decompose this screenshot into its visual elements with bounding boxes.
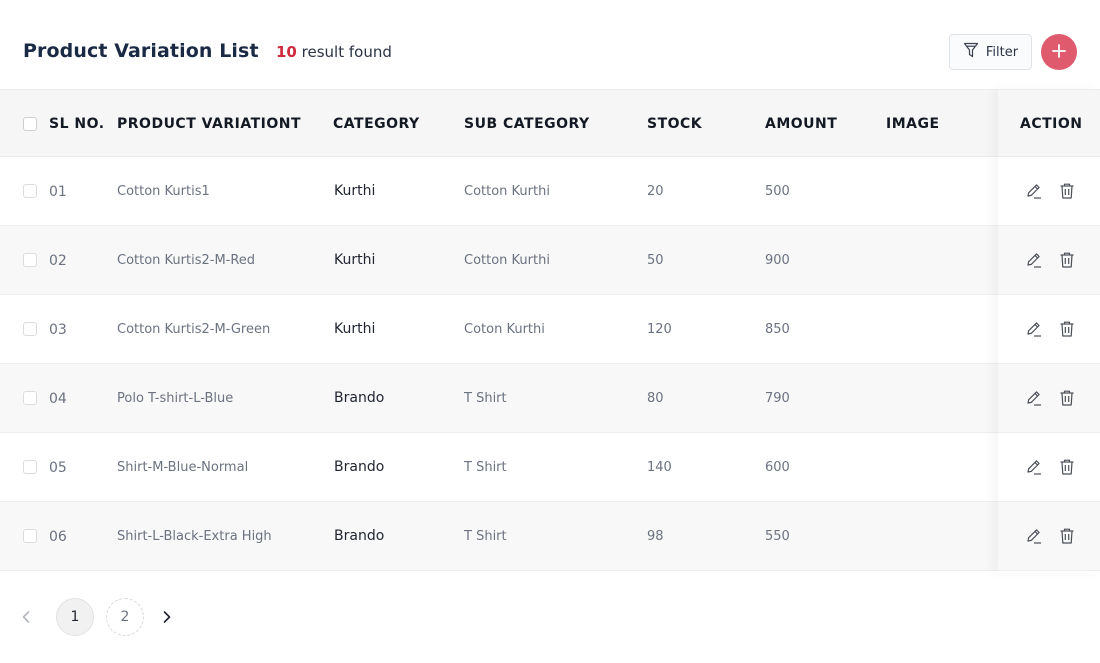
row-product-variation: Cotton Kurtis1	[117, 184, 210, 199]
result-label: result found	[301, 43, 392, 61]
column-header-amount[interactable]: AMOUNT	[765, 116, 837, 132]
row-sl-no: 04	[49, 391, 67, 407]
pagination: 1 2	[0, 598, 300, 636]
column-header-product-variation[interactable]: PRODUCT VARIATIONT	[117, 116, 301, 132]
row-sl-no: 02	[49, 253, 67, 269]
column-header-category[interactable]: CATEGORY	[333, 116, 420, 132]
row-amount: 900	[765, 253, 790, 268]
row-sub-category: Cotton Kurthi	[464, 184, 550, 199]
trash-icon[interactable]	[1057, 457, 1077, 477]
row-sub-category: T Shirt	[464, 460, 507, 475]
page-2-button[interactable]: 2	[106, 598, 144, 636]
trash-icon[interactable]	[1057, 181, 1077, 201]
row-sl-no: 01	[49, 184, 67, 200]
column-header-image: IMAGE	[886, 116, 940, 132]
row-category: Brando	[334, 459, 385, 475]
plus-icon	[1052, 43, 1066, 62]
pencil-icon[interactable]	[1024, 526, 1044, 546]
row-checkbox[interactable]	[23, 391, 37, 405]
pencil-icon[interactable]	[1024, 181, 1044, 201]
trash-icon[interactable]	[1057, 250, 1077, 270]
row-sub-category: T Shirt	[464, 529, 507, 544]
row-stock: 140	[647, 460, 672, 475]
filter-button-label: Filter	[985, 44, 1019, 60]
table-row: 03 Cotton Kurtis2-M-Green Kurthi Coton K…	[0, 295, 1100, 364]
row-sub-category: T Shirt	[464, 391, 507, 406]
row-product-variation: Shirt-L-Black-Extra High	[117, 529, 272, 544]
row-checkbox[interactable]	[23, 253, 37, 267]
trash-icon[interactable]	[1057, 319, 1077, 339]
row-category: Brando	[334, 390, 385, 406]
row-sub-category: Coton Kurthi	[464, 322, 545, 337]
row-amount: 790	[765, 391, 790, 406]
pencil-icon[interactable]	[1024, 388, 1044, 408]
pencil-icon[interactable]	[1024, 250, 1044, 270]
table-row: 04 Polo T-shirt-L-Blue Brando T Shirt 80…	[0, 364, 1100, 433]
row-product-variation: Shirt-M-Blue-Normal	[117, 460, 249, 475]
page-1-button[interactable]: 1	[56, 598, 94, 636]
pencil-icon[interactable]	[1024, 457, 1044, 477]
chevron-left-icon[interactable]	[16, 607, 36, 627]
row-sl-no: 05	[49, 460, 67, 476]
row-product-variation: Cotton Kurtis2-M-Green	[117, 322, 271, 337]
table-row: 05 Shirt-M-Blue-Normal Brando T Shirt 14…	[0, 433, 1100, 502]
column-header-sub-category[interactable]: SUB CATEGORY	[464, 116, 590, 132]
table-row: 01 Cotton Kurtis1 Kurthi Cotton Kurthi 2…	[0, 157, 1100, 226]
page-title: Product Variation List	[23, 40, 259, 62]
table-row: 02 Cotton Kurtis2-M-Red Kurthi Cotton Ku…	[0, 226, 1100, 295]
result-summary: 10 result found	[276, 43, 392, 61]
row-stock: 120	[647, 322, 672, 337]
row-checkbox[interactable]	[23, 529, 37, 543]
column-header-sl-no[interactable]: SL NO.	[49, 116, 105, 132]
row-stock: 20	[647, 184, 664, 199]
select-all-checkbox[interactable]	[23, 117, 37, 131]
page-header: Product Variation List 10 result found F…	[0, 0, 1100, 90]
funnel-icon	[963, 41, 979, 63]
chevron-right-icon[interactable]	[157, 607, 177, 627]
row-amount: 500	[765, 184, 790, 199]
pencil-icon[interactable]	[1024, 319, 1044, 339]
column-header-action: ACTION	[1020, 116, 1083, 132]
row-category: Kurthi	[334, 321, 376, 337]
row-product-variation: Polo T-shirt-L-Blue	[117, 391, 234, 406]
row-sl-no: 06	[49, 529, 67, 545]
row-product-variation: Cotton Kurtis2-M-Red	[117, 253, 256, 268]
row-stock: 50	[647, 253, 664, 268]
row-stock: 98	[647, 529, 664, 544]
row-sl-no: 03	[49, 322, 67, 338]
filter-button[interactable]: Filter	[949, 34, 1032, 70]
row-stock: 80	[647, 391, 664, 406]
trash-icon[interactable]	[1057, 526, 1077, 546]
trash-icon[interactable]	[1057, 388, 1077, 408]
table-row: 06 Shirt-L-Black-Extra High Brando T Shi…	[0, 502, 1100, 571]
add-variation-button[interactable]	[1041, 34, 1077, 70]
row-category: Brando	[334, 528, 385, 544]
column-header-stock[interactable]: STOCK	[647, 116, 702, 132]
row-category: Kurthi	[334, 183, 376, 199]
row-amount: 850	[765, 322, 790, 337]
row-amount: 550	[765, 529, 790, 544]
row-checkbox[interactable]	[23, 460, 37, 474]
row-sub-category: Cotton Kurthi	[464, 253, 550, 268]
row-checkbox[interactable]	[23, 322, 37, 336]
row-checkbox[interactable]	[23, 184, 37, 198]
row-category: Kurthi	[334, 252, 376, 268]
row-amount: 600	[765, 460, 790, 475]
table-header: SL NO. PRODUCT VARIATIONT CATEGORY SUB C…	[0, 89, 1100, 157]
result-count: 10	[276, 43, 297, 61]
product-variation-table: SL NO. PRODUCT VARIATIONT CATEGORY SUB C…	[0, 89, 1100, 571]
